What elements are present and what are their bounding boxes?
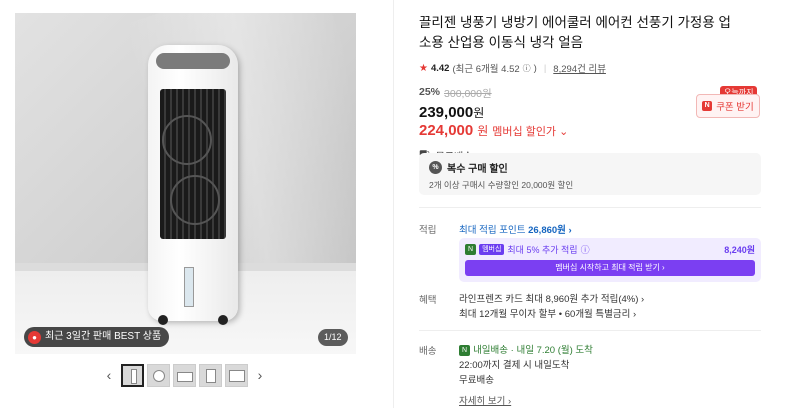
delivery-info: N 내일배송 · 내일 7.20 (월) 도착 22:00까지 결제 시 내일도… xyxy=(459,343,593,408)
member-price-unit: 원 xyxy=(477,124,489,138)
wheel-icon xyxy=(218,315,228,325)
max-points-text: 최대 적립 포인트 xyxy=(459,225,526,236)
coupon-label: 쿠폰 받기 xyxy=(716,102,754,113)
fan-icon xyxy=(162,115,212,165)
chevron-left-icon[interactable]: ‹ xyxy=(100,363,118,387)
multi-buy-desc: 2개 이상 구매시 수량할인 20,000원 할인 xyxy=(429,180,574,190)
thumbnail[interactable] xyxy=(199,363,222,387)
coupon-button[interactable]: N 쿠폰 받기 xyxy=(696,94,760,118)
rating-score: 4.42 xyxy=(430,62,450,74)
product-title: 끌리젠 냉풍기 냉방기 에어쿨러 에어컨 선풍기 가정용 업소용 산업용 이동식… xyxy=(419,15,731,50)
max-points-amount: 26,860원 › xyxy=(528,225,572,236)
thumbnail[interactable] xyxy=(147,363,170,387)
section-divider xyxy=(419,330,761,331)
coupon-icon: N xyxy=(702,101,713,111)
best-seller-text: 최근 3일간 판매 BEST 상품 xyxy=(45,331,162,342)
delivery-fee: 무료배송 xyxy=(459,375,494,386)
fire-icon: ● xyxy=(28,330,41,344)
tomorrow-delivery: N 내일배송 · 내일 7.20 (월) 도착 xyxy=(459,343,593,358)
multi-buy-title: 복수 구매 할인 xyxy=(447,164,508,175)
rating-recent-close: ) xyxy=(533,62,537,74)
naver-n-icon: N xyxy=(465,244,477,255)
delivery-details-link[interactable]: 자세히 보기 › xyxy=(459,394,593,408)
installment-benefit-link[interactable]: 최대 12개월 무이자 할부 • 60개월 특별금리 › xyxy=(459,307,644,322)
membership-tag: 멤버십 xyxy=(479,244,505,255)
membership-points-amount: 8,240원 xyxy=(724,245,755,255)
thumbnail[interactable] xyxy=(225,363,248,387)
delivery-label: 배송 xyxy=(419,346,437,357)
air-cooler-illustration xyxy=(148,45,238,325)
wheel-icon xyxy=(158,315,168,325)
member-price-label[interactable]: 멤버십 할인가 ⌄ xyxy=(492,123,568,139)
thumbnail-strip: ‹ › xyxy=(100,360,269,390)
member-price-value: 224,000 xyxy=(419,122,474,139)
max-points[interactable]: 최대 적립 포인트 26,860원 › xyxy=(459,222,572,236)
water-gauge xyxy=(184,267,194,307)
benefit-list: 라인프렌즈 카드 최대 8,960원 추가 적립(4%) › 최대 12개월 무… xyxy=(459,292,644,322)
sale-price-value: 239,000 xyxy=(419,104,474,121)
control-panel xyxy=(156,53,230,69)
sale-price-unit: 원 xyxy=(473,106,485,120)
points-label: 적립 xyxy=(419,225,437,236)
rating-recent: (최근 6개월 4.52 xyxy=(452,64,520,75)
thumbnail[interactable] xyxy=(173,363,196,387)
chevron-right-icon[interactable]: › xyxy=(251,363,269,387)
product-info: 끌리젠 냉풍기 냉방기 에어쿨러 에어컨 선풍기 가정용 업소용 산업용 이동식… xyxy=(419,13,764,163)
info-icon[interactable]: ⓘ xyxy=(581,243,590,256)
tomorrow-delivery-text: 내일배송 · 내일 7.20 (월) 도착 xyxy=(473,345,593,356)
info-icon[interactable]: ⓘ xyxy=(523,63,531,74)
original-price: 300,000원 xyxy=(444,88,492,100)
thumbnail[interactable] xyxy=(121,363,144,387)
rating-row: ★ 4.42 (최근 6개월 4.52 ⓘ ) | 8,294건 리뷰 xyxy=(419,61,606,76)
star-icon: ★ xyxy=(419,62,428,74)
membership-extra-points: 최대 5% 추가 적립 xyxy=(507,245,578,255)
fan-icon xyxy=(170,175,220,225)
card-benefit-link[interactable]: 라인프렌즈 카드 최대 8,960원 추가 적립(4%) › xyxy=(459,292,644,307)
membership-points-box: N 멤버십 최대 5% 추가 적립 ⓘ 8,240원 멤버십 시작하고 최대 적… xyxy=(459,238,761,282)
discount-percent: 25% xyxy=(419,86,441,98)
column-divider xyxy=(393,0,394,408)
section-divider xyxy=(419,207,761,208)
product-main-image[interactable] xyxy=(15,13,356,354)
best-seller-badge: ● 최근 3일간 판매 BEST 상품 xyxy=(24,327,170,347)
review-count-link[interactable]: 8,294건 리뷰 xyxy=(553,61,606,75)
benefit-label: 혜택 xyxy=(419,295,437,306)
image-counter: 1/12 xyxy=(318,329,348,346)
percent-icon: % xyxy=(429,161,442,174)
start-membership-button[interactable]: 멤버십 시작하고 최대 적립 받기 › xyxy=(465,260,755,276)
multi-buy-discount-box: % 복수 구매 할인 2개 이상 구매시 수량할인 20,000원 할인 xyxy=(419,153,761,195)
member-price[interactable]: 224,000 원 멤버십 할인가 ⌄ xyxy=(419,122,764,139)
cutoff-time: 22:00까지 결제 시 내일도착 xyxy=(459,360,570,371)
naver-n-icon: N xyxy=(459,345,471,356)
